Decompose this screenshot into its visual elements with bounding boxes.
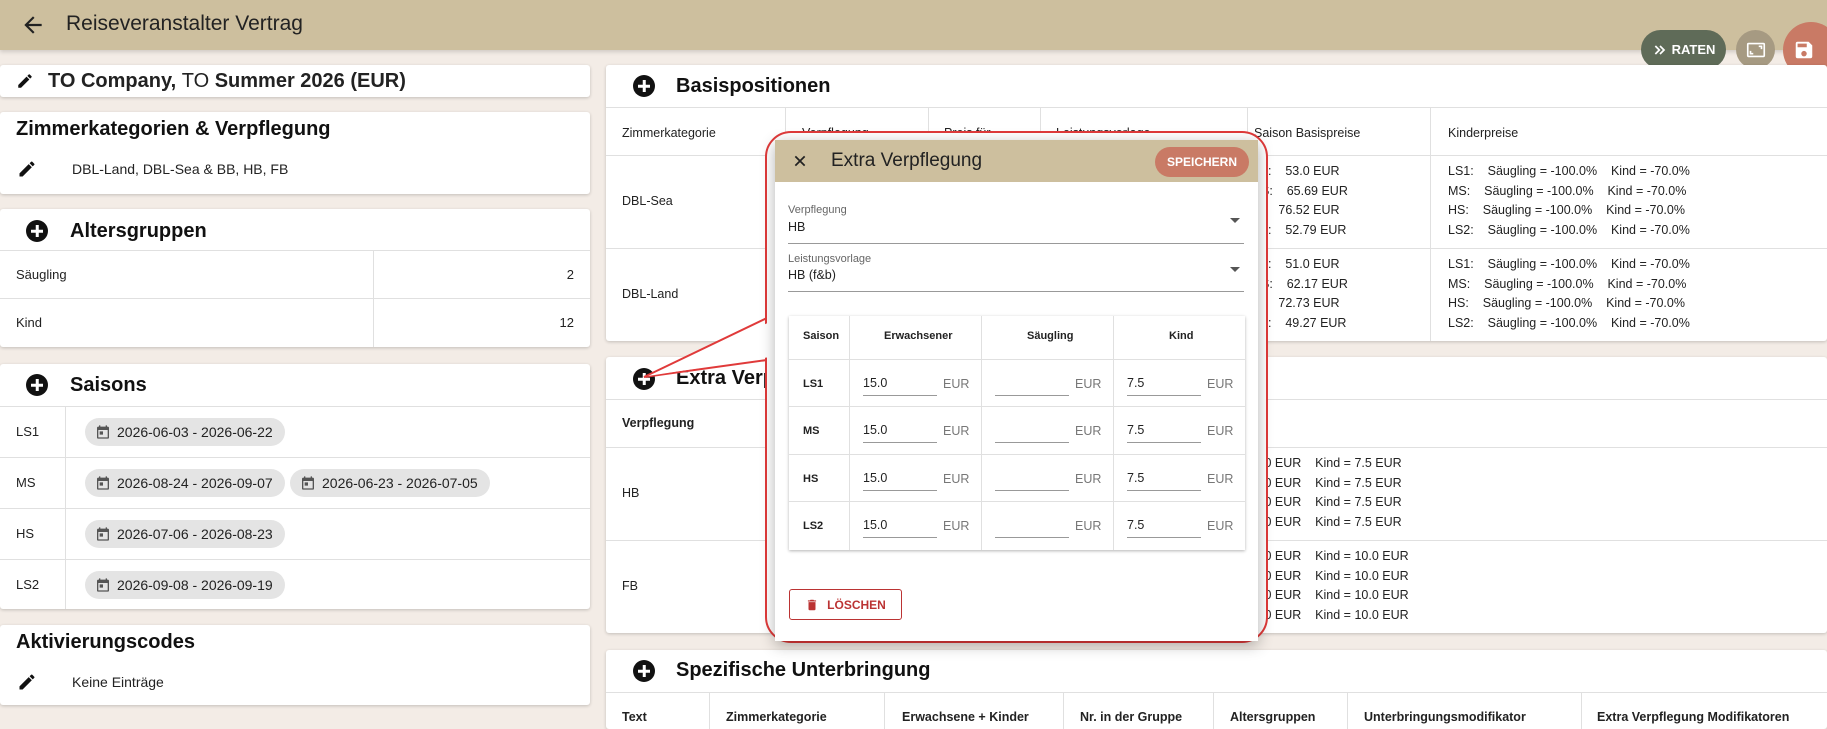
erwachsener-input[interactable]: 15.0 <box>863 376 887 390</box>
table-row: LS1 15.0 EUR EUR 7.5 EUR <box>789 359 1245 406</box>
table-row: MS 15.0 EUR EUR 7.5 EUR <box>789 406 1245 454</box>
kind-input[interactable]: 7.5 <box>1127 423 1144 437</box>
speichern-button[interactable]: SPEICHERN <box>1155 147 1249 177</box>
chevron-down-icon <box>1230 218 1240 223</box>
loeschen-button[interactable]: LÖSCHEN <box>789 589 902 620</box>
erwachsener-input[interactable]: 15.0 <box>863 518 887 532</box>
erwachsener-input[interactable]: 15.0 <box>863 471 887 485</box>
dialog-title: Extra Verpflegung <box>831 150 983 171</box>
price-table: Saison Erwachsener Säugling Kind LS1 15.… <box>789 316 1245 550</box>
kind-input[interactable]: 7.5 <box>1127 376 1144 390</box>
table-row: HS 15.0 EUR EUR 7.5 EUR <box>789 454 1245 501</box>
chevron-down-icon <box>1230 267 1240 272</box>
close-icon[interactable] <box>792 153 808 169</box>
dialog-header: Extra Verpflegung SPEICHERN <box>775 140 1258 182</box>
table-row: LS2 15.0 EUR EUR 7.5 EUR <box>789 501 1245 550</box>
kind-input[interactable]: 7.5 <box>1127 518 1144 532</box>
kind-input[interactable]: 7.5 <box>1127 471 1144 485</box>
erwachsener-input[interactable]: 15.0 <box>863 423 887 437</box>
extra-verpflegung-dialog: Extra Verpflegung SPEICHERN Verpflegung … <box>775 140 1258 641</box>
trash-icon <box>808 599 817 610</box>
